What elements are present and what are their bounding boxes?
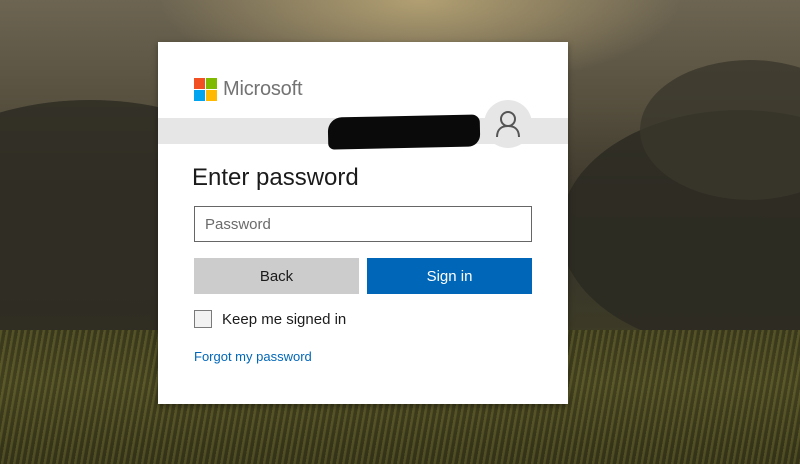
keep-signed-in-row[interactable]: Keep me signed in [194,310,346,328]
redacted-account-name [327,114,481,150]
keep-signed-in-label[interactable]: Keep me signed in [222,311,346,328]
user-icon [496,111,520,138]
keep-signed-in-checkbox[interactable] [194,310,212,328]
microsoft-logo-icon [194,78,217,101]
sign-in-card: Microsoft Enter password Back Sign in Ke… [158,42,568,404]
logo-square-blue [194,90,205,101]
logo-square-red [194,78,205,89]
brand-name: Microsoft [223,78,303,100]
microsoft-logo: Microsoft [194,78,303,101]
account-avatar [484,100,532,148]
password-input[interactable] [194,206,532,242]
logo-square-green [206,78,217,89]
forgot-password-link[interactable]: Forgot my password [194,349,312,364]
logo-square-yellow [206,90,217,101]
sign-in-button[interactable]: Sign in [367,258,532,294]
page-title: Enter password [192,164,359,191]
back-button[interactable]: Back [194,258,359,294]
